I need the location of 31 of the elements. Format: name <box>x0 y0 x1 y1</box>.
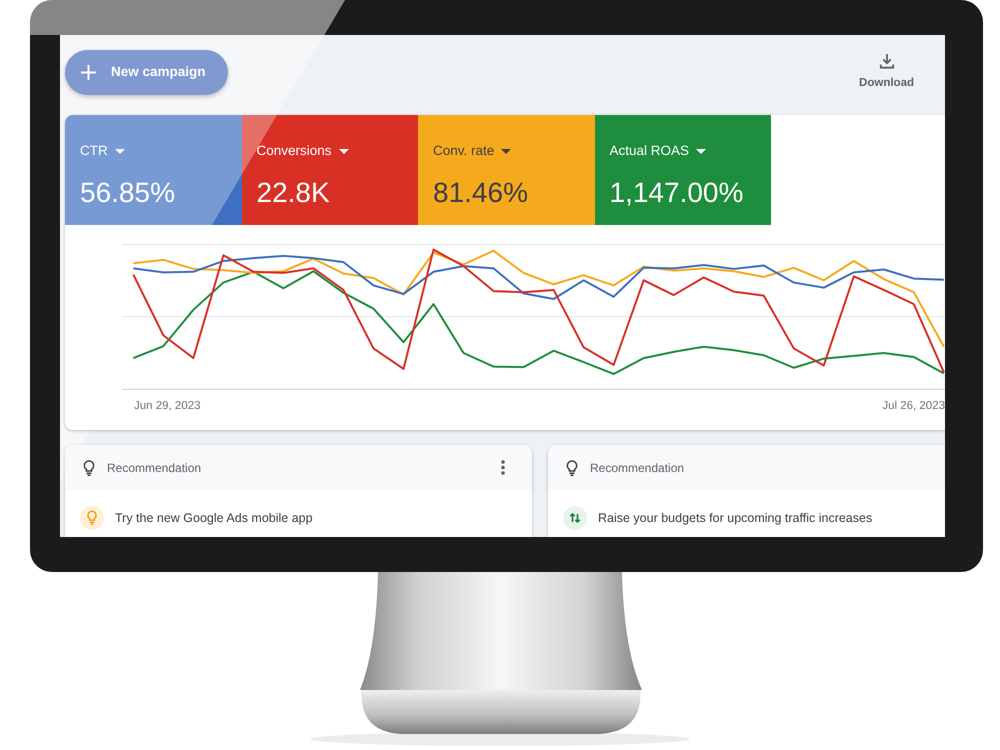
lightbulb-icon <box>80 506 104 530</box>
dropdown-caret-icon <box>338 148 349 154</box>
metric-dropdown[interactable]: Actual ROAS <box>610 143 706 159</box>
axis-date-label: Jun 29, 2023 <box>134 399 201 413</box>
dropdown-caret-icon <box>114 148 125 154</box>
metric-tile[interactable]: Actual ROAS 1,147.00% <box>594 115 771 225</box>
metric-tile[interactable]: Conversions 22.8K <box>242 115 418 225</box>
recommendation-text[interactable]: Raise your budgets for upcoming traffic increases <box>598 508 872 528</box>
metric-tile[interactable]: Conv. rate 81.46% <box>418 115 594 225</box>
metric-value: 56.85% <box>80 179 175 207</box>
card-title: Recommendation <box>107 460 202 476</box>
metric-value: 81.46% <box>433 179 528 207</box>
new-campaign-button[interactable]: New campaign <box>65 50 228 95</box>
metric-dropdown[interactable]: Conv. rate <box>433 143 512 159</box>
download-icon <box>878 52 895 69</box>
metric-dropdown[interactable]: Conversions <box>256 143 349 159</box>
plus-icon <box>81 65 96 80</box>
card-title: Recommendation <box>590 460 684 476</box>
metric-dropdown[interactable]: CTR <box>80 143 125 159</box>
lightbulb-icon <box>566 460 578 476</box>
up-down-arrows-icon <box>563 506 587 530</box>
recommendation-text[interactable]: Try the new Google Ads mobile app <box>115 508 313 528</box>
dropdown-caret-icon <box>501 148 512 154</box>
dropdown-caret-icon <box>696 148 706 154</box>
axis-date-label: Jul 26, 2023 <box>882 399 945 413</box>
more-options-icon[interactable] <box>501 460 505 475</box>
lightbulb-icon <box>83 460 95 476</box>
metric-value: 1,147.00% <box>610 179 744 207</box>
download-button[interactable]: Download <box>859 52 914 92</box>
metric-value: 22.8K <box>256 179 330 207</box>
metric-tile[interactable]: CTR 56.85% <box>65 115 242 225</box>
